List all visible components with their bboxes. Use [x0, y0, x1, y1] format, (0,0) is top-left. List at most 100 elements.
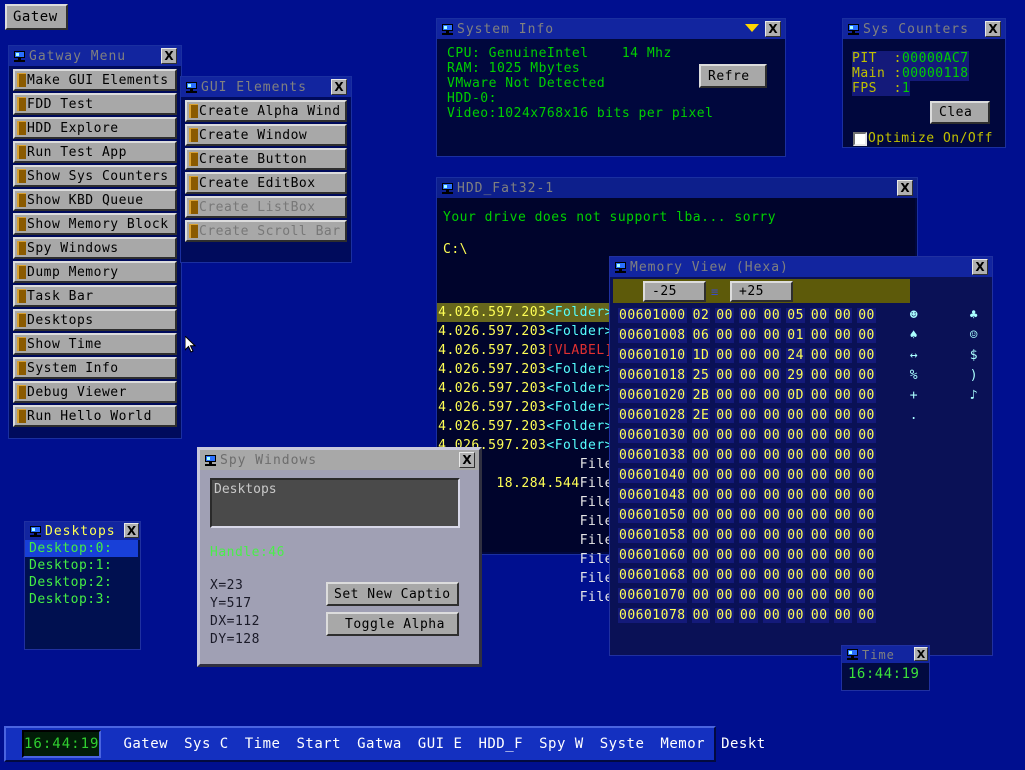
memory-view-titlebar[interactable]: Memory View (Hexa) X [610, 257, 992, 277]
memory-row: 00601040 00 00 00 00 00 00 00 00 [618, 465, 982, 485]
clear-button[interactable]: Clea [930, 101, 990, 124]
desktop-item-1[interactable]: Desktop:1: [25, 557, 138, 574]
memory-row: 00601028 2E 00 00 00 00 00 00 00. [618, 405, 982, 425]
taskbar-task-time[interactable]: Time [245, 736, 281, 752]
memory-byte: 00 [715, 387, 734, 403]
memory-byte: 00 [762, 547, 782, 563]
button-create-listbox[interactable]: Create ListBox [185, 196, 347, 218]
memory-byte: 00 [833, 527, 853, 543]
menu-item-debug-viewer[interactable]: Debug Viewer [13, 381, 177, 403]
hdd-file-row[interactable]: 4.026.597.203 <Folder> [437, 417, 615, 436]
spy-window-listbox[interactable]: Desktops [210, 478, 460, 528]
start-button[interactable]: Gatew [5, 4, 68, 30]
memory-byte: 00 [738, 307, 758, 323]
toggle-alpha-button[interactable]: Toggle Alpha [326, 612, 459, 636]
hdd-title: HDD_Fat32-1 [457, 180, 555, 196]
button-create-window[interactable]: Create Window [185, 124, 347, 146]
taskbar-task-sysc[interactable]: Sys C [184, 736, 229, 752]
menu-item-label: Show Memory Block [27, 216, 169, 232]
menu-item-fdd-test[interactable]: FDD Test [13, 93, 177, 115]
hdd-file-row[interactable]: 4.026.597.203 <Folder> [437, 322, 615, 341]
desktop-item-0[interactable]: Desktop:0: [25, 540, 138, 557]
hdd-titlebar[interactable]: HDD_Fat32-1 X [437, 178, 917, 198]
monitor-icon [13, 50, 26, 62]
memory-row: 00601010 1D 00 00 00 24 00 00 00 ↔ $ [618, 345, 982, 365]
menu-item-run-test-app[interactable]: Run Test App [13, 141, 177, 163]
sys-counters-titlebar[interactable]: Sys Counters X [843, 19, 1005, 39]
close-icon[interactable]: X [124, 523, 139, 538]
taskbar-clock[interactable]: 16:44:19 [22, 730, 102, 758]
optimize-checkbox-row[interactable]: Optimize On/Off [853, 131, 993, 146]
button-create-editbox[interactable]: Create EditBox [185, 172, 347, 194]
spy-listbox-item[interactable]: Desktops [214, 482, 277, 497]
hdd-file-row[interactable]: 4.026.597.203 <Folder> [437, 398, 615, 417]
memory-byte: 00 [715, 347, 734, 363]
minus-25-button[interactable]: -25 [643, 281, 706, 302]
menu-item-show-memory-block[interactable]: Show Memory Block [13, 213, 177, 235]
system-info-titlebar[interactable]: System Info X [437, 19, 785, 39]
taskbar-task-guie[interactable]: GUI E [418, 736, 463, 752]
menu-item-run-hello-world[interactable]: Run Hello World [13, 405, 177, 427]
desktops-list[interactable]: Desktop:0: Desktop:1: Desktop:2: Desktop… [25, 540, 138, 608]
close-icon[interactable]: X [897, 180, 913, 196]
gatway-menu-titlebar[interactable]: Gatway Menu X [9, 46, 181, 66]
memory-byte: 00 [691, 467, 711, 483]
checkbox-icon[interactable] [853, 131, 867, 146]
chevron-down-icon[interactable] [745, 24, 759, 32]
taskbar-task-syste[interactable]: Syste [600, 736, 645, 752]
hdd-file-row[interactable]: 4.026.597.203 <Folder> [437, 360, 615, 379]
menu-item-spy-windows[interactable]: Spy Windows [13, 237, 177, 259]
plus-25-button[interactable]: +25 [730, 281, 793, 302]
memory-byte: 00 [857, 407, 876, 423]
close-icon[interactable]: X [985, 21, 1001, 37]
memory-byte: 00 [833, 587, 853, 603]
hdd-file-size: 4.026.597.203 [438, 400, 547, 415]
time-titlebar[interactable]: Time X [842, 646, 929, 663]
memory-byte: 00 [857, 587, 876, 603]
button-create-alpha-window[interactable]: Create Alpha Wind [185, 100, 347, 122]
menu-item-show-kbd-queue[interactable]: Show KBD Queue [13, 189, 177, 211]
menu-item-make-gui-elements[interactable]: Make GUI Elements [13, 69, 177, 91]
memory-byte: 00 [809, 367, 829, 383]
close-icon[interactable]: X [459, 452, 475, 468]
taskbar-task-gatew[interactable]: Gatew [123, 736, 168, 752]
memory-address: 00601030 [618, 427, 687, 443]
hdd-file-row[interactable]: 4.026.597.203 <Folder> [437, 379, 615, 398]
taskbar-task-memor[interactable]: Memor [660, 736, 705, 752]
monitor-icon [29, 525, 42, 537]
menu-item-dump-memory[interactable]: Dump Memory [13, 261, 177, 283]
spy-titlebar[interactable]: Spy Windows X [200, 450, 479, 470]
close-icon[interactable]: X [161, 48, 177, 64]
taskbar-task-hddf[interactable]: HDD_F [478, 736, 523, 752]
menu-item-show-sys-counters[interactable]: Show Sys Counters [13, 165, 177, 187]
close-icon[interactable]: X [972, 259, 988, 275]
desktops-titlebar[interactable]: Desktops X [25, 522, 140, 540]
desktop-item-2[interactable]: Desktop:2: [25, 574, 138, 591]
hdd-file-size: 4.026.597.203 [438, 324, 547, 339]
hdd-file-type: File [579, 457, 613, 472]
menu-item-label: Desktops [27, 312, 94, 328]
taskbar-task-spyw[interactable]: Spy W [539, 736, 584, 752]
taskbar-task-start[interactable]: Start [296, 736, 341, 752]
menu-item-task-bar[interactable]: Task Bar [13, 285, 177, 307]
menu-item-show-time[interactable]: Show Time [13, 333, 177, 355]
memory-byte: 00 [833, 387, 853, 403]
close-icon[interactable]: X [331, 79, 347, 95]
hdd-file-type: File [579, 476, 613, 491]
menu-item-hdd-explore[interactable]: HDD Explore [13, 117, 177, 139]
hdd-file-row[interactable]: 4.026.597.203 <Folder> [437, 303, 615, 322]
close-icon[interactable]: X [765, 21, 781, 37]
close-icon[interactable]: X [914, 647, 928, 661]
hdd-file-row[interactable]: 4.026.597.203 [VLABEL] [437, 341, 615, 360]
taskbar-task-deskt[interactable]: Deskt [721, 736, 766, 752]
memory-byte: 00 [857, 547, 876, 563]
refresh-button[interactable]: Refre [699, 64, 767, 88]
desktop-item-3[interactable]: Desktop:3: [25, 591, 138, 608]
button-create-button[interactable]: Create Button [185, 148, 347, 170]
button-create-scroll-bar[interactable]: Create Scroll Bar [185, 220, 347, 242]
taskbar-task-gatwa[interactable]: Gatwa [357, 736, 402, 752]
menu-item-desktops[interactable]: Desktops [13, 309, 177, 331]
menu-item-system-info[interactable]: System Info [13, 357, 177, 379]
gui-elements-titlebar[interactable]: GUI Elements X [181, 77, 351, 97]
set-new-caption-button[interactable]: Set New Captio [326, 582, 459, 606]
